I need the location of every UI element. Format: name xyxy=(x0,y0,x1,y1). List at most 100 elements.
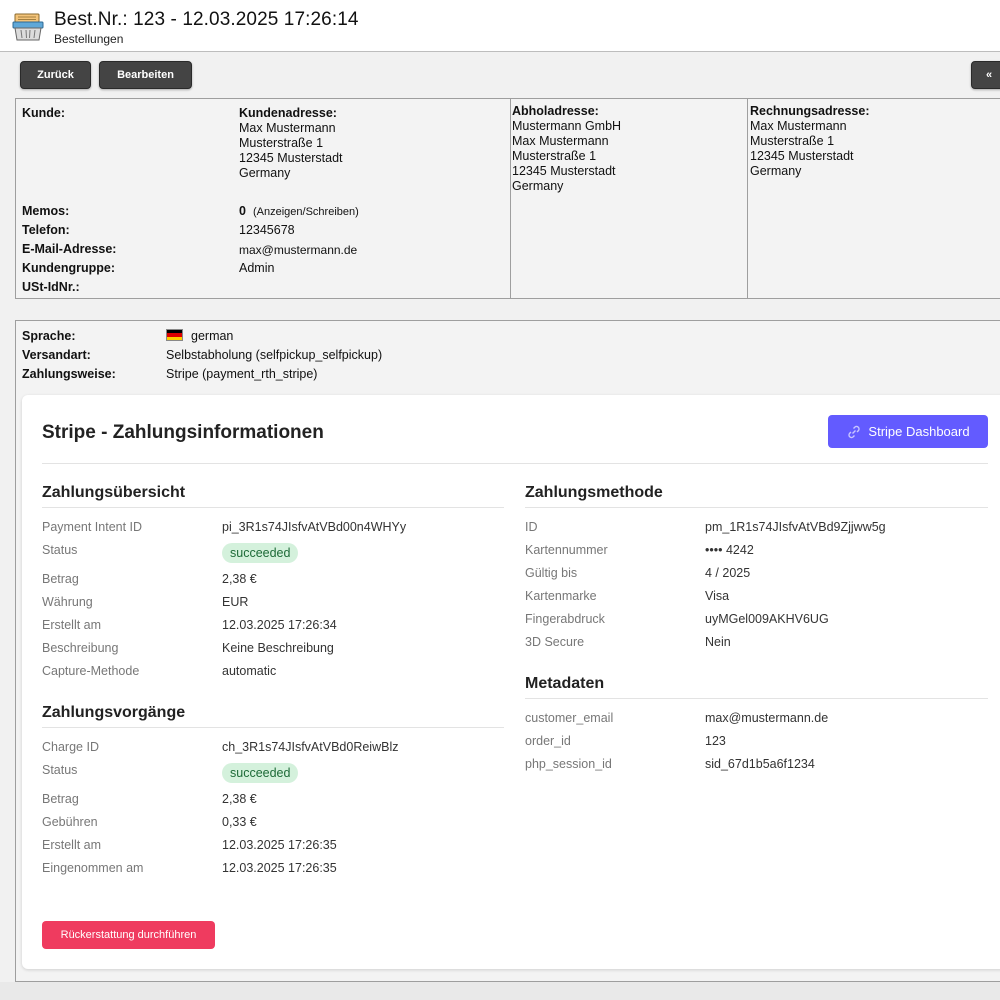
german-flag-icon xyxy=(166,329,183,341)
status-badge: succeeded xyxy=(222,543,299,563)
email-value[interactable]: max@mustermann.de xyxy=(239,243,357,258)
email-label: E-Mail-Adresse: xyxy=(22,242,117,256)
billing-address-line: 12345 Musterstadt xyxy=(750,149,854,163)
page-subtitle: Bestellungen xyxy=(54,32,124,46)
detail-key: order_id xyxy=(525,734,571,748)
status-badge: succeeded xyxy=(222,763,299,783)
pickup-address-line: Mustermann GmbH xyxy=(512,119,622,133)
language-value: german xyxy=(191,329,234,343)
3d-secure-value: Nein xyxy=(705,635,731,649)
order-basket-icon xyxy=(12,13,44,41)
card-number-value: •••• 4242 xyxy=(705,543,754,557)
customer-group-label: Kundengruppe: xyxy=(22,261,116,275)
back-button[interactable]: Zurück xyxy=(20,61,91,89)
payment-label: Zahlungsweise: xyxy=(22,367,116,381)
stripe-dashboard-label: Stripe Dashboard xyxy=(868,424,970,439)
divider xyxy=(42,727,504,728)
customer-address-line: Max Mustermann xyxy=(239,121,336,135)
detail-key: Charge ID xyxy=(42,740,99,754)
collapse-button[interactable]: « xyxy=(971,61,1000,89)
detail-key: Betrag xyxy=(42,792,79,806)
billing-address-line: Musterstraße 1 xyxy=(750,134,835,148)
pickup-address-label: Abholadresse: xyxy=(512,104,599,118)
expiry-value: 4 / 2025 xyxy=(705,566,751,580)
vat-id-label: USt-IdNr.: xyxy=(22,280,80,294)
detail-key: Status xyxy=(42,763,78,777)
amount-value: 2,38 € xyxy=(222,572,257,586)
language-label: Sprache: xyxy=(22,329,76,343)
phone-label: Telefon: xyxy=(22,223,70,237)
transactions-section-title: Zahlungsvorgänge xyxy=(42,704,186,721)
bottom-strip xyxy=(0,982,1000,1000)
stripe-card-title: Stripe - Zahlungsinformationen xyxy=(42,422,324,443)
overview-section-title: Zahlungsübersicht xyxy=(42,484,186,501)
detail-key: Payment Intent ID xyxy=(42,520,143,534)
page-header: Best.Nr.: 123 - 12.03.2025 17:26:14 Best… xyxy=(0,0,1000,52)
detail-key: Kartenmarke xyxy=(525,589,597,603)
capture-method-value: automatic xyxy=(222,664,277,678)
metadata-order-id-value: 123 xyxy=(705,734,726,748)
pickup-address-line: Musterstraße 1 xyxy=(512,149,597,163)
divider xyxy=(42,463,988,464)
detail-key: Gültig bis xyxy=(525,566,578,580)
detail-key: Erstellt am xyxy=(42,618,102,632)
billing-address-line: Max Mustermann xyxy=(750,119,847,133)
charge-created-value: 12.03.2025 17:26:35 xyxy=(222,838,337,852)
shipping-label: Versandart: xyxy=(22,348,91,362)
phone-value: 12345678 xyxy=(239,223,295,237)
metadata-email-value: max@mustermann.de xyxy=(705,711,829,725)
stripe-dashboard-button[interactable]: Stripe Dashboard xyxy=(828,415,988,448)
fingerprint-value: uyMGel009AKHV6UG xyxy=(705,612,829,626)
detail-key: Fingerabdruck xyxy=(525,612,605,626)
charge-id: ch_3R1s74JIsfvAtVBd0ReiwBlz xyxy=(222,740,399,754)
detail-key: Kartennummer xyxy=(525,543,608,557)
pickup-address-line: Max Mustermann xyxy=(512,134,609,148)
divider xyxy=(42,507,504,508)
customer-group-value: Admin xyxy=(239,261,275,275)
memos-link[interactable]: (Anzeigen/Schreiben) xyxy=(253,205,359,220)
page-title: Best.Nr.: 123 - 12.03.2025 17:26:14 xyxy=(54,9,359,30)
shipping-value: Selbstabholung (selfpickup_selfpickup) xyxy=(166,348,383,362)
detail-key: Gebühren xyxy=(42,815,98,829)
detail-key: Erstellt am xyxy=(42,838,102,852)
customer-address-line: Germany xyxy=(239,166,291,180)
divider xyxy=(525,507,988,508)
customer-info-box: Kunde: Kundenadresse: Max Mustermann Mus… xyxy=(15,98,1000,299)
customer-address-line: 12345 Musterstadt xyxy=(239,151,343,165)
column-divider xyxy=(747,99,748,298)
detail-key: 3D Secure xyxy=(525,635,585,649)
detail-key: Betrag xyxy=(42,572,79,586)
captured-value: 12.03.2025 17:26:35 xyxy=(222,861,337,875)
payment-intent-id: pi_3R1s74JIsfvAtVBd00n4WHYy xyxy=(222,520,407,534)
metadata-session-id-value: sid_67d1b5a6f1234 xyxy=(705,757,815,771)
billing-address-line: Germany xyxy=(750,164,802,178)
detail-key: Beschreibung xyxy=(42,641,119,655)
charge-amount-value: 2,38 € xyxy=(222,792,257,806)
description-value: Keine Beschreibung xyxy=(222,641,334,655)
divider xyxy=(525,698,988,699)
method-section-title: Zahlungsmethode xyxy=(525,484,663,501)
memos-count: 0 xyxy=(239,204,246,218)
customer-label: Kunde: xyxy=(22,106,66,120)
customer-address-label: Kundenadresse: xyxy=(239,106,337,120)
fees-value: 0,33 € xyxy=(222,815,257,829)
detail-key: Status xyxy=(42,543,78,557)
detail-key: php_session_id xyxy=(525,757,612,771)
link-icon xyxy=(848,425,861,438)
stripe-payment-card: Stripe - Zahlungsinformationen Stripe Da… xyxy=(22,395,1000,969)
customer-address-line: Musterstraße 1 xyxy=(239,136,324,150)
edit-button[interactable]: Bearbeiten xyxy=(99,61,192,89)
pickup-address-line: 12345 Musterstadt xyxy=(512,164,616,178)
detail-key: Eingenommen am xyxy=(42,861,144,875)
detail-key: customer_email xyxy=(525,711,614,725)
detail-key: ID xyxy=(525,520,538,534)
currency-value: EUR xyxy=(222,595,249,609)
pickup-address-line: Germany xyxy=(512,179,564,193)
payment-method-id: pm_1R1s74JIsfvAtVBd9Zjjww5g xyxy=(705,520,886,534)
card-brand-value: Visa xyxy=(705,589,730,603)
memos-label: Memos: xyxy=(22,204,70,218)
payment-value: Stripe (payment_rth_stripe) xyxy=(166,367,318,381)
metadata-section-title: Metadaten xyxy=(525,675,605,692)
detail-key: Capture-Methode xyxy=(42,664,140,678)
refund-button[interactable]: Rückerstattung durchführen xyxy=(42,921,215,949)
